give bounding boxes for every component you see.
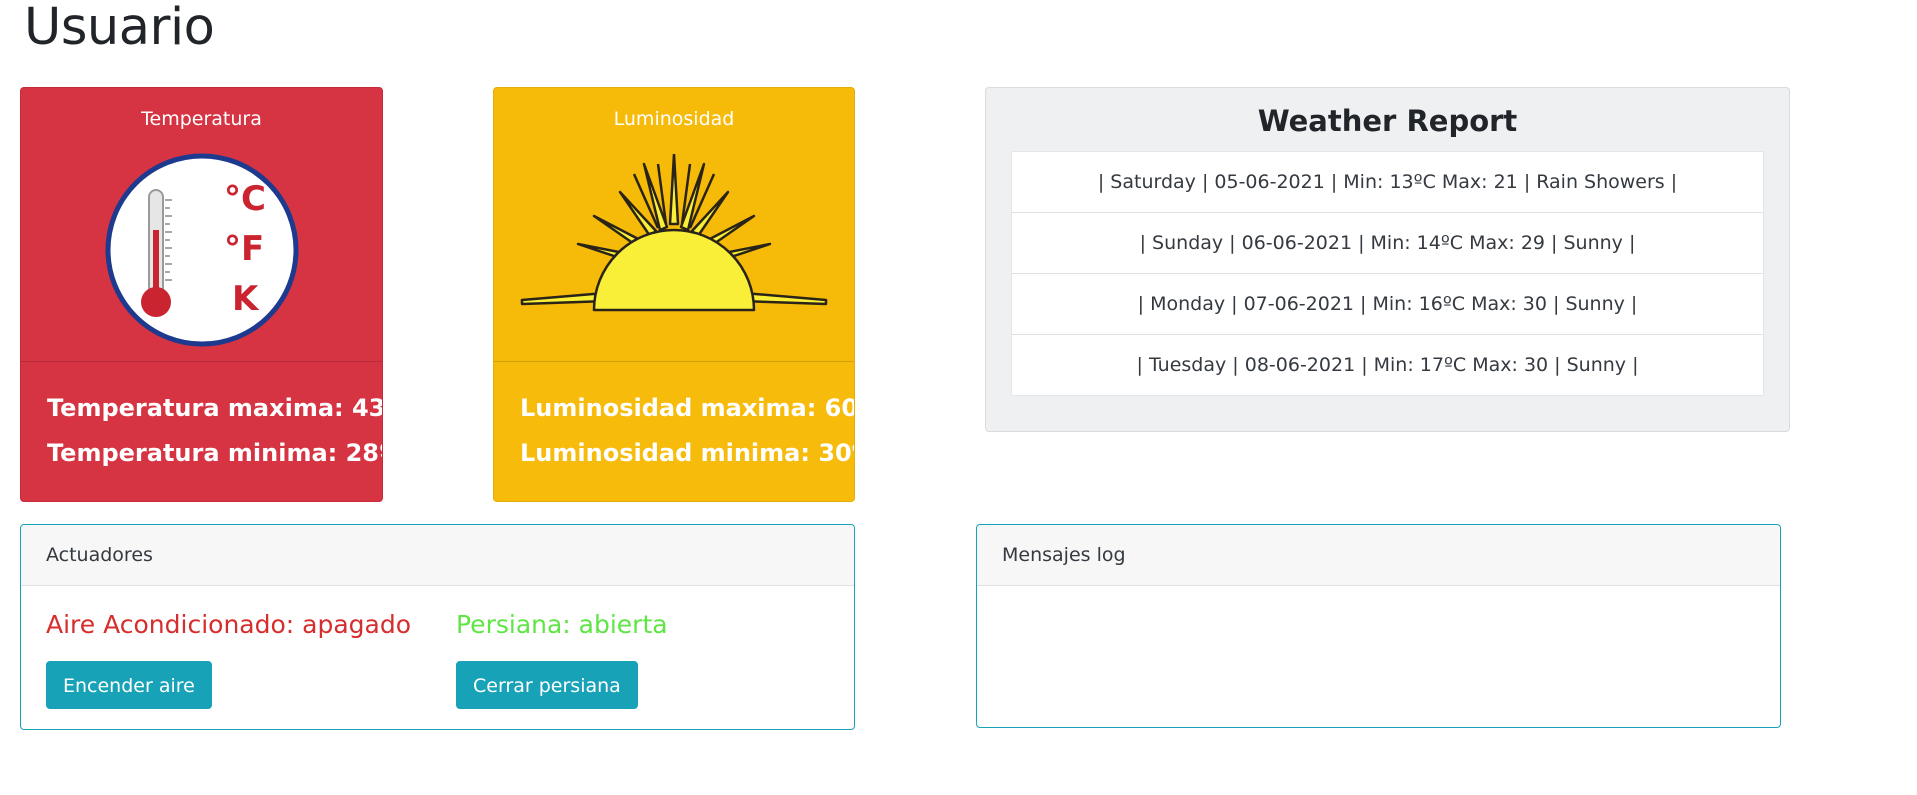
sun-icon	[520, 152, 828, 312]
thermometer-icon: °C °F K	[105, 153, 298, 347]
air-conditioner-status: Aire Acondicionado: apagado	[46, 610, 412, 639]
fahrenheit-unit-label: °F	[224, 229, 264, 269]
weather-forecast-list: | Saturday | 05-06-2021 | Min: 13ºC Max:…	[1011, 151, 1764, 396]
celsius-unit-label: °C	[224, 179, 266, 219]
weather-report: Weather Report | Saturday | 05-06-2021 |…	[985, 87, 1790, 432]
temperature-card-label: Temperatura	[141, 108, 262, 130]
luminosity-card-body: Luminosidad maxima: 60% Luminosidad mini…	[494, 362, 854, 476]
weather-forecast-row: | Saturday | 05-06-2021 | Min: 13ºC Max:…	[1097, 171, 1678, 193]
temperature-card: Temperatura °C °F K Temperatura maxima: …	[20, 87, 383, 502]
actuators-panel: Actuadores Aire Acondicionado: apagado E…	[20, 524, 855, 730]
luminosity-max: Luminosidad maxima: 60%	[520, 394, 855, 422]
temperature-max: Temperatura maxima: 43ºC	[47, 394, 383, 422]
actuators-panel-header: Actuadores	[21, 525, 854, 586]
luminosity-card: Luminosidad Luminosidad maxima: 60% Lumi…	[493, 87, 855, 502]
log-messages-panel-header: Mensajes log	[977, 525, 1780, 586]
weather-forecast-row: | Tuesday | 08-06-2021 | Min: 17ºC Max: …	[1012, 334, 1763, 395]
luminosity-card-label: Luminosidad	[613, 108, 735, 130]
temperature-card-body: Temperatura maxima: 43ºC Temperatura min…	[21, 362, 382, 476]
temperature-card-header: Temperatura °C °F K	[21, 88, 382, 362]
weather-forecast-row: | Monday | 07-06-2021 | Min: 16ºC Max: 3…	[1012, 273, 1763, 334]
turn-on-air-button[interactable]: Encender aire	[46, 661, 212, 709]
weather-report-title: Weather Report	[1257, 104, 1518, 138]
page-title: Usuario	[24, 0, 215, 57]
weather-forecast-row: | Sunday | 06-06-2021 | Min: 14ºC Max: 2…	[1012, 212, 1763, 273]
temperature-min: Temperatura minima: 28ºC	[47, 439, 383, 467]
luminosity-card-header: Luminosidad	[494, 88, 854, 362]
luminosity-min: Luminosidad minima: 30%	[520, 439, 855, 467]
kelvin-unit-label: K	[232, 279, 260, 319]
close-blind-button[interactable]: Cerrar persiana	[456, 661, 638, 709]
log-messages-panel: Mensajes log	[976, 524, 1781, 728]
air-conditioner-control: Aire Acondicionado: apagado Encender air…	[46, 610, 411, 709]
blind-control: Persiana: abierta Cerrar persiana	[456, 610, 668, 709]
blind-status: Persiana: abierta	[456, 610, 668, 639]
